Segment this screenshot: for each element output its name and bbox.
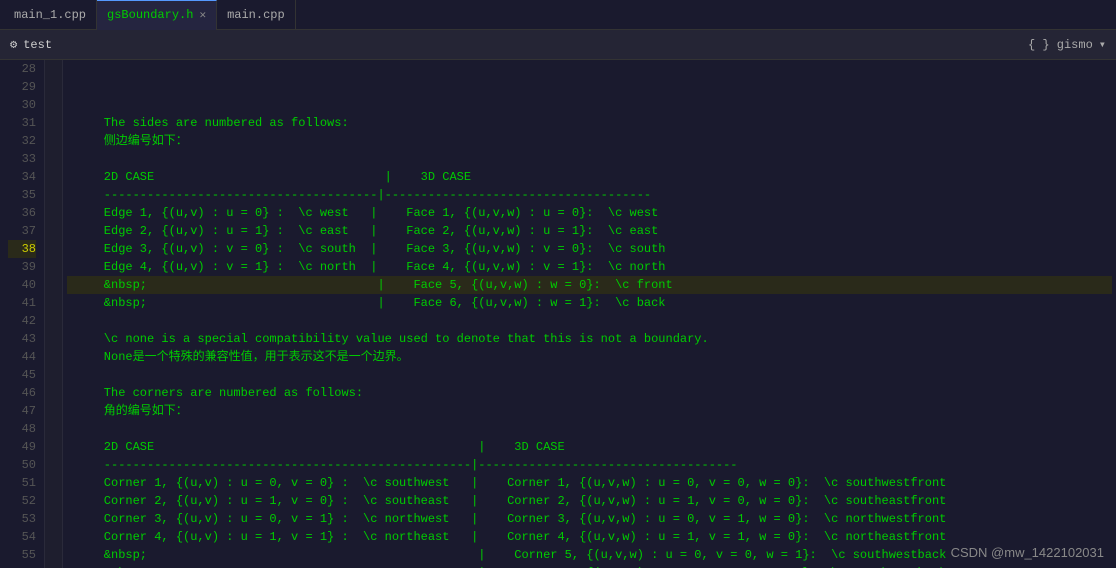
line-num-53: 53 [8, 510, 36, 528]
toolbar: ⚙ test { } gismo ▾ [0, 30, 1116, 60]
line-num-49: 49 [8, 438, 36, 456]
line-num-38: 38 [8, 240, 36, 258]
code-line-33: --------------------------------------|-… [67, 186, 1112, 204]
tab-main1-label: main_1.cpp [14, 8, 86, 22]
code-line-52: Corner 4, {(u,v) : u = 1, v = 1} : \c no… [67, 528, 1112, 546]
tab-main1[interactable]: main_1.cpp [4, 0, 97, 30]
line-num-42: 42 [8, 312, 36, 330]
code-line-31 [67, 150, 1112, 168]
code-line-46 [67, 420, 1112, 438]
code-line-45: 角的编号如下： [67, 402, 1112, 420]
line-num-32: 32 [8, 132, 36, 150]
code-line-32: 2D CASE | 3D CASE [67, 168, 1112, 186]
code-line-42: None是一个特殊的兼容性值，用于表示这不是一个边界。 [67, 348, 1112, 366]
line-num-46: 46 [8, 384, 36, 402]
code-line-50: Corner 2, {(u,v) : u = 1, v = 0} : \c so… [67, 492, 1112, 510]
code-line-49: Corner 1, {(u,v) : u = 0, v = 0} : \c so… [67, 474, 1112, 492]
line-num-36: 36 [8, 204, 36, 222]
code-line-38: &nbsp; | Face 5, {(u,v,w) : w = 0}: \c f… [67, 276, 1112, 294]
line-num-35: 35 [8, 186, 36, 204]
gutter [45, 60, 63, 568]
line-num-52: 52 [8, 492, 36, 510]
code-line-35: Edge 2, {(u,v) : u = 1} : \c east | Face… [67, 222, 1112, 240]
line-num-43: 43 [8, 330, 36, 348]
line-num-40: 40 [8, 276, 36, 294]
line-num-54: 54 [8, 528, 36, 546]
code-line-54: &nbsp; | Corner 6, {(u,v,w) : u = 1, v =… [67, 564, 1112, 568]
code-content[interactable]: The sides are numbered as follows: 侧边编号如… [63, 60, 1116, 568]
code-line-41: \c none is a special compatibility value… [67, 330, 1112, 348]
toolbar-left: ⚙ test [10, 37, 1018, 52]
tab-main[interactable]: main.cpp [217, 0, 296, 30]
line-num-55: 55 [8, 546, 36, 564]
project-name[interactable]: test [23, 38, 52, 52]
line-num-30: 30 [8, 96, 36, 114]
tab-main-label: main.cpp [227, 8, 285, 22]
line-num-33: 33 [8, 150, 36, 168]
editor-area: 2829303132333435363738394041424344454647… [0, 60, 1116, 568]
line-num-51: 51 [8, 474, 36, 492]
code-line-30: 侧边编号如下： [67, 132, 1112, 150]
project-icon: ⚙ [10, 37, 17, 52]
code-line-43 [67, 366, 1112, 384]
line-num-48: 48 [8, 420, 36, 438]
line-num-31: 31 [8, 114, 36, 132]
code-line-48: ----------------------------------------… [67, 456, 1112, 474]
context-label: { } gismo [1028, 38, 1093, 52]
toolbar-right: { } gismo ▾ [1028, 37, 1106, 52]
tab-bar: main_1.cpp gsBoundary.h ✕ main.cpp [0, 0, 1116, 30]
dropdown-icon[interactable]: ▾ [1099, 37, 1106, 52]
line-numbers: 2829303132333435363738394041424344454647… [0, 60, 45, 568]
line-num-41: 41 [8, 294, 36, 312]
code-line-36: Edge 3, {(u,v) : v = 0} : \c south | Fac… [67, 240, 1112, 258]
line-num-29: 29 [8, 78, 36, 96]
line-num-47: 47 [8, 402, 36, 420]
line-num-34: 34 [8, 168, 36, 186]
line-num-37: 37 [8, 222, 36, 240]
code-line-51: Corner 3, {(u,v) : u = 0, v = 1} : \c no… [67, 510, 1112, 528]
tab-gsboundary-label: gsBoundary.h [107, 8, 193, 22]
tab-gsboundary[interactable]: gsBoundary.h ✕ [97, 0, 217, 30]
line-num-50: 50 [8, 456, 36, 474]
code-line-29: The sides are numbered as follows: [67, 114, 1112, 132]
code-line-39: &nbsp; | Face 6, {(u,v,w) : w = 1}: \c b… [67, 294, 1112, 312]
close-icon[interactable]: ✕ [199, 8, 206, 22]
line-num-44: 44 [8, 348, 36, 366]
line-num-39: 39 [8, 258, 36, 276]
code-line-44: The corners are numbered as follows: [67, 384, 1112, 402]
code-line-40 [67, 312, 1112, 330]
line-num-56: 56 [8, 564, 36, 568]
code-line-37: Edge 4, {(u,v) : v = 1} : \c north | Fac… [67, 258, 1112, 276]
code-line-34: Edge 1, {(u,v) : u = 0} : \c west | Face… [67, 204, 1112, 222]
csdn-watermark: CSDN @mw_1422102031 [951, 545, 1104, 560]
line-num-28: 28 [8, 60, 36, 78]
code-line-47: 2D CASE | 3D CASE [67, 438, 1112, 456]
line-num-45: 45 [8, 366, 36, 384]
code-line-28 [67, 96, 1112, 114]
